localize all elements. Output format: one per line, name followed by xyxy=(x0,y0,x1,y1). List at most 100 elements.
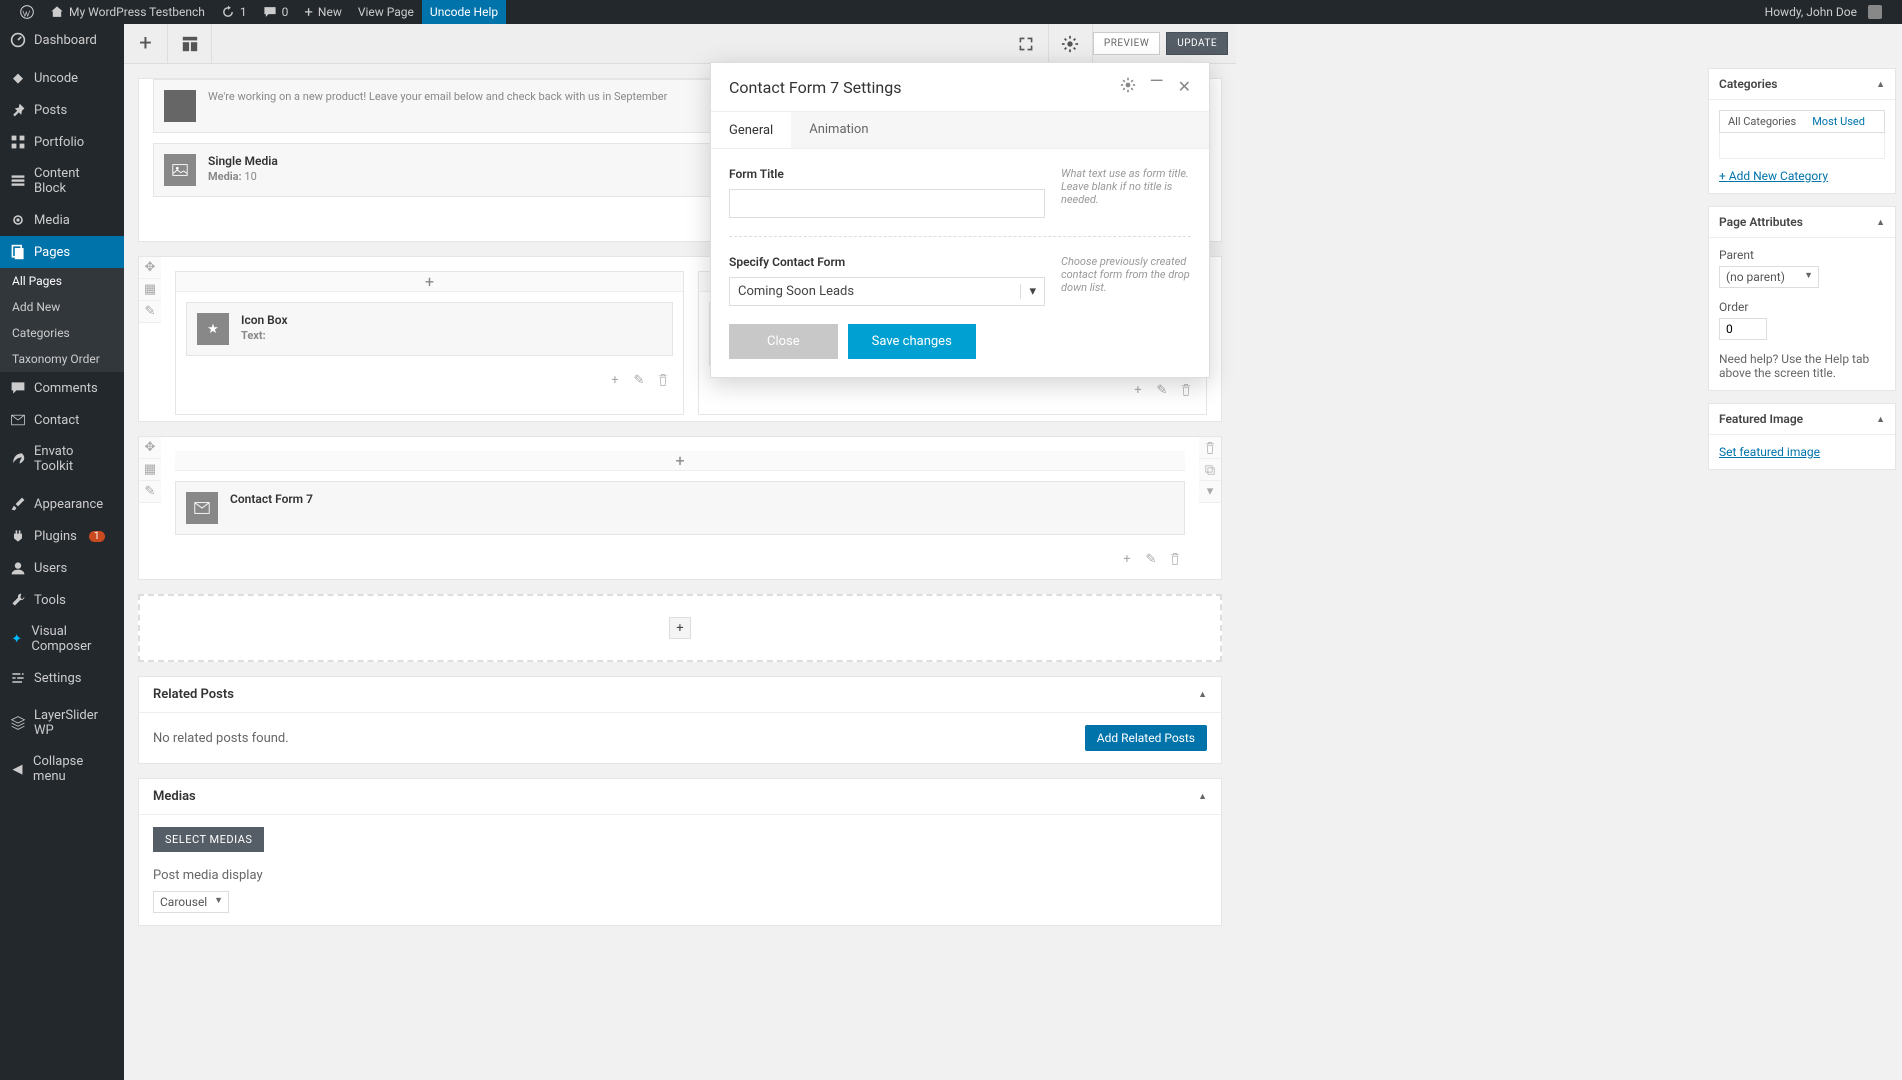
fullscreen-button[interactable] xyxy=(1005,24,1049,64)
nav-pages[interactable]: Pages xyxy=(0,236,124,268)
help-text: Need help? Use the Help tab above the sc… xyxy=(1719,352,1885,380)
minimize-icon[interactable]: — xyxy=(1150,77,1164,97)
edit-icon[interactable]: ✎ xyxy=(1141,549,1161,569)
move-icon[interactable]: ✥ xyxy=(139,437,161,459)
nav-appearance[interactable]: Appearance xyxy=(0,488,124,520)
move-icon[interactable]: ✥ xyxy=(139,257,161,279)
nav-add-page[interactable]: Add New xyxy=(0,294,124,320)
medias-panel: Medias▲ SELECT MEDIAS Post media display… xyxy=(138,778,1222,926)
nav-page-categories[interactable]: Categories xyxy=(0,320,124,346)
categories-box: Categories▲ All Categories Most Used + A… xyxy=(1708,68,1896,194)
add-icon[interactable]: + xyxy=(605,370,625,390)
admin-sidebar: Dashboard ◆Uncode Posts Portfolio Conten… xyxy=(0,24,124,1080)
page-attributes-box: Page Attributes▲ Parent (no parent) Orde… xyxy=(1708,206,1896,391)
nav-comments[interactable]: Comments xyxy=(0,372,124,404)
set-featured-image-link[interactable]: Set featured image xyxy=(1719,445,1820,459)
tab-animation[interactable]: Animation xyxy=(791,112,886,148)
nav-portfolio[interactable]: Portfolio xyxy=(0,126,124,158)
nav-contact[interactable]: Contact xyxy=(0,404,124,436)
edit-row-icon[interactable]: ✎ xyxy=(139,301,161,323)
tab-general[interactable]: General xyxy=(711,112,791,148)
nav-visual-composer[interactable]: ✦Visual Composer xyxy=(0,616,124,662)
field-label: Specify Contact Form xyxy=(729,255,1045,269)
field-label: Order xyxy=(1719,300,1885,314)
field-help: Choose previously created contact form f… xyxy=(1061,255,1191,294)
nav-taxonomy-order[interactable]: Taxonomy Order xyxy=(0,346,124,372)
chevron-up-icon[interactable]: ▲ xyxy=(1876,217,1885,228)
tab-all-categories[interactable]: All Categories xyxy=(1720,111,1804,132)
modal-title: Contact Form 7 Settings xyxy=(729,78,902,97)
trash-icon[interactable] xyxy=(653,370,673,390)
column-add-button[interactable]: + xyxy=(675,453,684,469)
comments-link[interactable]: 0 xyxy=(255,0,297,24)
new-link[interactable]: +New xyxy=(296,0,349,24)
update-button[interactable]: UPDATE xyxy=(1166,32,1228,55)
add-row-button[interactable]: + xyxy=(669,617,691,639)
select-medias-button[interactable]: SELECT MEDIAS xyxy=(153,827,264,852)
nav-posts[interactable]: Posts xyxy=(0,94,124,126)
edit-row-icon[interactable]: ✎ xyxy=(139,481,161,503)
edit-icon[interactable]: ✎ xyxy=(629,370,649,390)
chevron-up-icon[interactable]: ▲ xyxy=(1876,414,1885,425)
gear-icon[interactable] xyxy=(1120,77,1136,97)
nav-uncode[interactable]: ◆Uncode xyxy=(0,62,124,94)
grid-icon xyxy=(10,134,26,150)
settings-button[interactable] xyxy=(1049,24,1093,64)
nav-layerslider[interactable]: LayerSlider WP xyxy=(0,700,124,746)
trash-icon[interactable] xyxy=(1165,549,1185,569)
form-title-input[interactable] xyxy=(729,189,1045,218)
site-link[interactable]: My WordPress Testbench xyxy=(42,0,213,24)
updates-link[interactable]: 1 xyxy=(213,0,255,24)
add-related-posts-button[interactable]: Add Related Posts xyxy=(1085,725,1207,751)
trash-icon[interactable] xyxy=(1176,380,1196,400)
parent-select[interactable]: (no parent) xyxy=(1719,266,1819,288)
collapse-icon: ◀ xyxy=(10,761,25,777)
nav-dashboard[interactable]: Dashboard xyxy=(0,24,124,56)
add-icon[interactable]: + xyxy=(1117,549,1137,569)
save-changes-button[interactable]: Save changes xyxy=(848,324,976,359)
view-page-link[interactable]: View Page xyxy=(350,0,422,24)
my-account[interactable]: Howdy, John Doe xyxy=(1757,0,1890,24)
nav-all-pages[interactable]: All Pages xyxy=(0,268,124,294)
chevron-down-icon[interactable]: ▾ xyxy=(1199,481,1221,503)
page-icon xyxy=(10,244,26,260)
nav-envato[interactable]: Envato Toolkit xyxy=(0,436,124,482)
columns-icon[interactable]: ▦ xyxy=(139,459,161,481)
columns-icon[interactable]: ▦ xyxy=(139,279,161,301)
close-button[interactable]: Close xyxy=(729,324,838,359)
templates-button[interactable] xyxy=(168,24,212,64)
vc-icon-box-module[interactable]: ★ Icon Box Text: xyxy=(186,302,673,356)
clone-icon[interactable] xyxy=(1199,459,1221,481)
column-add-button[interactable]: + xyxy=(425,274,434,290)
wp-logo[interactable] xyxy=(12,0,42,24)
vc-cf7-module[interactable]: Contact Form 7 xyxy=(175,481,1185,535)
nav-content-block[interactable]: Content Block xyxy=(0,158,124,204)
close-icon[interactable]: ✕ xyxy=(1178,77,1191,97)
nav-users[interactable]: Users xyxy=(0,552,124,584)
tab-most-used[interactable]: Most Used xyxy=(1804,111,1873,132)
edit-icon[interactable]: ✎ xyxy=(1152,380,1172,400)
modal-tabs: General Animation xyxy=(711,111,1209,149)
add-icon[interactable]: + xyxy=(1128,380,1148,400)
nav-settings[interactable]: Settings xyxy=(0,662,124,694)
add-category-link[interactable]: + Add New Category xyxy=(1719,169,1828,183)
chevron-up-icon[interactable]: ▲ xyxy=(1198,791,1207,802)
chevron-up-icon[interactable]: ▲ xyxy=(1198,689,1207,700)
nav-tools[interactable]: Tools xyxy=(0,584,124,616)
add-element-button[interactable]: + xyxy=(124,24,168,64)
nav-collapse[interactable]: ◀Collapse menu xyxy=(0,746,124,792)
nav-pages-submenu: All Pages Add New Categories Taxonomy Or… xyxy=(0,268,124,372)
nav-media[interactable]: Media xyxy=(0,204,124,236)
preview-button[interactable]: PREVIEW xyxy=(1093,32,1160,55)
media-display-select[interactable]: Carousel xyxy=(153,891,229,913)
uncode-help-link[interactable]: Uncode Help xyxy=(422,0,506,24)
star-icon: ★ xyxy=(197,313,229,345)
plugins-update-badge: 1 xyxy=(89,531,105,542)
chevron-up-icon[interactable]: ▲ xyxy=(1876,79,1885,90)
nav-plugins[interactable]: Plugins1 xyxy=(0,520,124,552)
contact-form-select[interactable]: Coming Soon Leads ▾ xyxy=(729,277,1045,306)
vc-icon: ✦ xyxy=(10,631,23,647)
leaf-icon xyxy=(10,451,26,467)
trash-icon[interactable] xyxy=(1199,437,1221,459)
order-input[interactable] xyxy=(1719,318,1767,340)
